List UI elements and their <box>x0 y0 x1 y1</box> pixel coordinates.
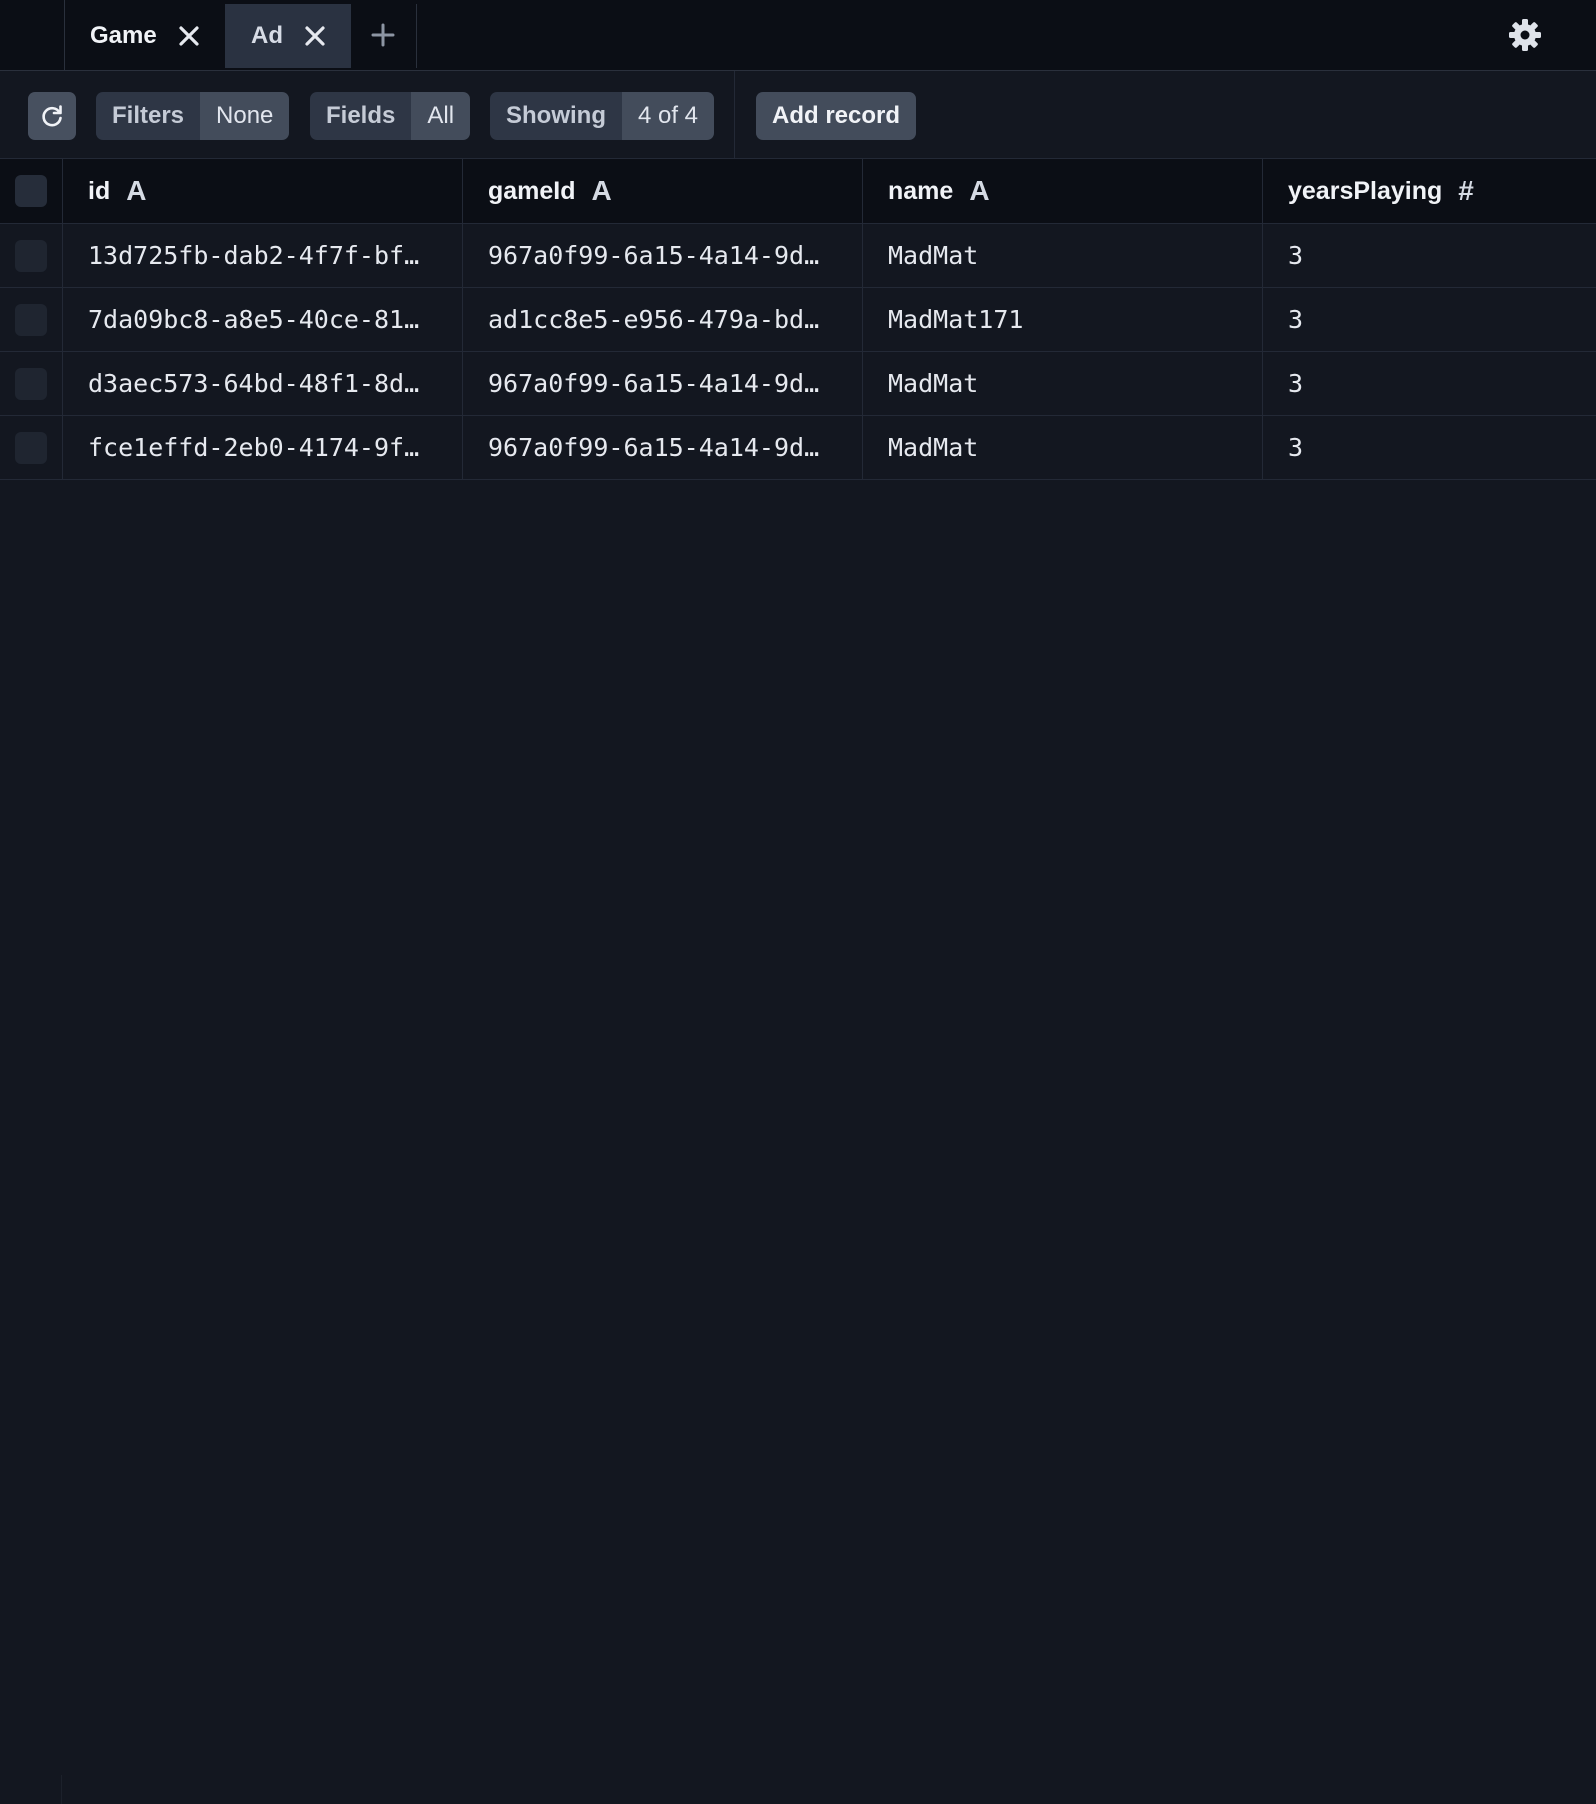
text-type-icon: A <box>969 175 990 206</box>
gameid-cell[interactable]: 967a0f99-6a15-4a14-9d… <box>463 352 863 415</box>
cell-value: 13d725fb-dab2-4f7f-bf… <box>88 241 420 270</box>
cell-value: 967a0f99-6a15-4a14-9d… <box>488 241 820 270</box>
cell-value: MadMat <box>888 369 979 398</box>
table-row[interactable]: 7da09bc8-a8e5-40ce-81… ad1cc8e5-e956-479… <box>0 288 1596 352</box>
table-header: id A gameId A name A yearsPlaying # <box>0 159 1596 224</box>
fields-button[interactable]: Fields All <box>310 92 471 140</box>
row-select-cell <box>0 352 63 415</box>
column-header-yearsplaying[interactable]: yearsPlaying # <box>1263 159 1596 223</box>
column-label: gameId <box>488 176 576 205</box>
table-row[interactable]: d3aec573-64bd-48f1-8d… 967a0f99-6a15-4a1… <box>0 352 1596 416</box>
refresh-button[interactable] <box>28 92 76 140</box>
select-all-cell <box>0 159 63 223</box>
column-guide <box>61 1775 62 1804</box>
column-header-id[interactable]: id A <box>63 159 463 223</box>
cell-value: 967a0f99-6a15-4a14-9d… <box>488 369 820 398</box>
id-cell[interactable]: 7da09bc8-a8e5-40ce-81… <box>63 288 463 351</box>
filters-label: Filters <box>96 92 201 140</box>
showing-value: 4 of 4 <box>621 92 715 140</box>
tab-label: Ad <box>251 22 283 49</box>
cell-value: 967a0f99-6a15-4a14-9d… <box>488 433 820 462</box>
cell-value: MadMat <box>888 433 979 462</box>
yearsplaying-cell[interactable]: 3 <box>1263 224 1596 287</box>
select-all-checkbox[interactable] <box>15 175 47 207</box>
row-select-cell <box>0 416 63 479</box>
name-cell[interactable]: MadMat <box>863 416 1263 479</box>
column-label: id <box>88 176 111 205</box>
showing-button[interactable]: Showing 4 of 4 <box>490 92 715 140</box>
cell-value: ad1cc8e5-e956-479a-bd… <box>488 305 820 334</box>
id-cell[interactable]: fce1effd-2eb0-4174-9f… <box>63 416 463 479</box>
id-cell[interactable]: d3aec573-64bd-48f1-8d… <box>63 352 463 415</box>
tab-bar: Game Ad <box>0 0 1596 71</box>
row-select-cell <box>0 224 63 287</box>
name-cell[interactable]: MadMat171 <box>863 288 1263 351</box>
close-icon[interactable] <box>304 25 326 47</box>
cell-value: fce1effd-2eb0-4174-9f… <box>88 433 420 462</box>
yearsplaying-cell[interactable]: 3 <box>1263 416 1596 479</box>
gameid-cell[interactable]: ad1cc8e5-e956-479a-bd… <box>463 288 863 351</box>
text-type-icon: A <box>591 175 612 206</box>
cell-value: 3 <box>1288 305 1304 334</box>
gameid-cell[interactable]: 967a0f99-6a15-4a14-9d… <box>463 416 863 479</box>
toolbar-divider <box>734 71 735 159</box>
name-cell[interactable]: MadMat <box>863 352 1263 415</box>
column-header-name[interactable]: name A <box>863 159 1263 223</box>
filters-value: None <box>200 92 290 140</box>
cell-value: 3 <box>1288 433 1304 462</box>
plus-icon[interactable] <box>370 22 396 48</box>
fields-value: All <box>411 92 471 140</box>
table-row[interactable]: 13d725fb-dab2-4f7f-bf… 967a0f99-6a15-4a1… <box>0 224 1596 288</box>
cell-value: MadMat <box>888 241 979 270</box>
filters-button[interactable]: Filters None <box>96 92 290 140</box>
close-icon[interactable] <box>178 25 200 47</box>
row-checkbox[interactable] <box>15 303 47 336</box>
toolbar: Filters None Fields All Showing 4 of 4 A… <box>0 71 1596 159</box>
tab-ad[interactable]: Ad <box>225 4 351 68</box>
records-table: id A gameId A name A yearsPlaying # 13d7… <box>0 159 1596 480</box>
cell-value: 3 <box>1288 369 1304 398</box>
id-cell[interactable]: 13d725fb-dab2-4f7f-bf… <box>63 224 463 287</box>
row-checkbox[interactable] <box>15 367 47 400</box>
add-record-button[interactable]: Add record <box>756 92 917 140</box>
cell-value: MadMat171 <box>888 305 1024 334</box>
gear-icon[interactable] <box>1508 18 1542 52</box>
row-select-cell <box>0 288 63 351</box>
column-label: name <box>888 176 954 205</box>
fields-label: Fields <box>310 92 412 140</box>
text-type-icon: A <box>126 175 147 206</box>
gameid-cell[interactable]: 967a0f99-6a15-4a14-9d… <box>463 224 863 287</box>
row-checkbox[interactable] <box>15 239 47 272</box>
refresh-icon <box>42 105 62 127</box>
tab-divider <box>416 4 417 68</box>
table-row[interactable]: fce1effd-2eb0-4174-9f… 967a0f99-6a15-4a1… <box>0 416 1596 480</box>
showing-label: Showing <box>490 92 622 140</box>
number-type-icon: # <box>1458 175 1474 206</box>
cell-value: 3 <box>1288 241 1304 270</box>
tab-divider <box>64 0 65 70</box>
name-cell[interactable]: MadMat <box>863 224 1263 287</box>
column-label: yearsPlaying <box>1288 176 1443 205</box>
cell-value: 7da09bc8-a8e5-40ce-81… <box>88 305 420 334</box>
cell-value: d3aec573-64bd-48f1-8d… <box>88 369 420 398</box>
column-header-gameid[interactable]: gameId A <box>463 159 863 223</box>
yearsplaying-cell[interactable]: 3 <box>1263 352 1596 415</box>
tab-label: Game <box>90 22 157 49</box>
tab-game[interactable]: Game <box>66 4 222 68</box>
row-checkbox[interactable] <box>15 431 47 464</box>
yearsplaying-cell[interactable]: 3 <box>1263 288 1596 351</box>
